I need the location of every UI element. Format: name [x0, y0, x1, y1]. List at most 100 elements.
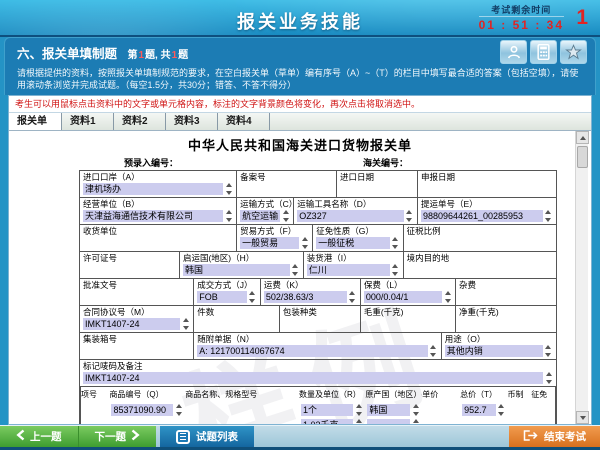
customs-number-label: 海关编号： — [363, 156, 408, 169]
question-list-button[interactable]: 试题列表 — [160, 426, 254, 447]
spinner-control[interactable] — [181, 318, 190, 330]
field-pieces: 件数 — [194, 306, 280, 332]
field-net-weight: 净重(千克) — [456, 306, 556, 332]
field-contract-no: 合同协议号（M） IMKT1407-24 — [80, 306, 194, 332]
tab-material-4[interactable]: 资料4 — [218, 113, 270, 130]
tab-material-1[interactable]: 资料1 — [62, 113, 114, 130]
spinner-control[interactable] — [281, 210, 290, 222]
question-instructions: 请根据提供的资料，按照报关单填制规范的要求，在空白报关单（草单）编有序号（A）~… — [17, 67, 585, 91]
item1-code-cell: 85371090.90 — [109, 403, 185, 424]
loading-port-input[interactable]: 仁川 — [307, 264, 390, 276]
field-import-port: 进口口岸（A） 津机场办 — [80, 171, 237, 197]
quantity-input-2[interactable]: 1.03千克 — [301, 419, 353, 424]
spinner-control[interactable] — [544, 372, 553, 384]
field-import-date: 进口日期 — [337, 171, 418, 197]
field-consignee: 收货单位 — [80, 225, 237, 251]
import-port-input[interactable]: 津机场办 — [83, 183, 223, 195]
scroll-up-button[interactable] — [576, 131, 589, 144]
field-misc-fee: 杂费 — [456, 279, 556, 305]
field-freight: 运费（K） 502/38.63/3 — [261, 279, 361, 305]
table-row: 进口口岸（A） 津机场办 备案号 进口日期 申报日期 — [80, 171, 556, 198]
table-row: 许可证号 启运国(地区)（H） 韩国 装货港（I） 仁川 境内目的地 — [80, 252, 556, 279]
spinner-control[interactable] — [405, 210, 414, 222]
field-operator: 经营单位（B） 天津益海通信技术有限公司 — [80, 198, 237, 224]
field-gross-weight: 毛重(千克) — [361, 306, 456, 332]
calculator-button[interactable] — [530, 40, 557, 64]
spinner-control[interactable] — [348, 291, 357, 303]
next-question-button[interactable]: 下一题 — [78, 426, 157, 447]
spinner-control[interactable] — [391, 264, 400, 276]
item1-origin-cell: 韩国 — [365, 403, 422, 424]
origin-country-input[interactable]: 韩国 — [367, 404, 410, 416]
col-levy: 征免 — [531, 389, 555, 400]
tab-declaration-form[interactable]: 报关单 — [9, 113, 62, 130]
timer-value: 01 : 51 : 34 — [479, 16, 564, 32]
tab-material-3[interactable]: 资料3 — [166, 113, 218, 130]
question-progress: 第1题, 共1题 — [127, 50, 188, 61]
spinner-control[interactable] — [291, 264, 300, 276]
trade-mode-input[interactable]: 一般贸易 — [240, 237, 299, 249]
col-item-no: 项号 — [81, 389, 109, 400]
spinner-control[interactable] — [544, 345, 553, 357]
documents-input[interactable]: A: 121700114067674 — [197, 345, 428, 357]
col-unit-price: 单价 — [422, 389, 460, 400]
spinner-control[interactable] — [224, 210, 233, 222]
contract-no-input[interactable]: IMKT1407-24 — [83, 318, 180, 330]
field-departure-country: 启运国(地区)（H） 韩国 — [180, 252, 304, 278]
field-insurance: 保费（L） 000/0.04/1 — [361, 279, 456, 305]
departure-country-input[interactable]: 韩国 — [183, 264, 290, 276]
form-scrollbar[interactable] — [575, 131, 588, 424]
levy-nature-input[interactable]: 一般征税 — [316, 237, 389, 249]
field-declare-date: 申报日期 — [418, 171, 556, 197]
transport-name-input[interactable]: OZ327 — [297, 210, 404, 222]
spinner-control[interactable] — [411, 404, 420, 416]
origin-extra-input[interactable] — [367, 419, 410, 424]
usage-input[interactable]: 其他内销 — [445, 345, 543, 357]
spinner-control[interactable] — [300, 237, 309, 249]
profile-button[interactable] — [500, 40, 527, 64]
total-price-input[interactable]: 952.7 — [462, 404, 495, 416]
col-commodity-code: 商品编号（Q） — [109, 389, 185, 400]
spinner-control[interactable] — [497, 404, 506, 416]
quantity-input-1[interactable]: 1个 — [301, 404, 353, 416]
spinner-control[interactable] — [354, 404, 363, 416]
chevron-left-icon — [16, 429, 25, 444]
spinner-control[interactable] — [354, 419, 363, 424]
notice-text: 考生可以用鼠标点击资料中的文字或单元格内容，标注的文字背景颜色将变化，再次点击将… — [9, 96, 591, 113]
commodity-code-input[interactable]: 85371090.90 — [111, 404, 173, 416]
scroll-down-button[interactable] — [576, 411, 589, 424]
freight-input[interactable]: 502/38.63/3 — [264, 291, 347, 303]
spinner-control[interactable] — [544, 210, 553, 222]
marks-input[interactable]: IMKT1407-24 — [83, 372, 543, 384]
user-icon — [506, 44, 522, 60]
end-exam-button[interactable]: 结束考试 — [509, 426, 600, 447]
spinner-control[interactable] — [443, 291, 452, 303]
spinner-control[interactable] — [411, 419, 420, 424]
previous-question-button[interactable]: 上一题 — [0, 426, 78, 447]
col-total-price: 总价（T） — [460, 389, 507, 400]
scrollbar-thumb[interactable] — [577, 146, 588, 168]
spinner-control[interactable] — [174, 404, 183, 416]
bookmark-button[interactable] — [560, 40, 587, 64]
star-icon — [565, 44, 582, 60]
table-row: 收货单位 贸易方式（F） 一般贸易 征免性质（G） 一般征税 征税比例 — [80, 225, 556, 252]
field-marks: 标记唛码及备注 IMKT1407-24 — [80, 360, 556, 386]
exam-app: 报关业务技能 考试剩余时间 01 : 51 : 34 1 六、报关单填制题 第1… — [0, 0, 600, 450]
insurance-input[interactable]: 000/0.04/1 — [364, 291, 442, 303]
table-row-marks: 标记唛码及备注 IMKT1407-24 — [80, 360, 556, 387]
transaction-mode-input[interactable]: FOB — [197, 291, 247, 303]
col-currency: 币制 — [508, 389, 532, 400]
tab-material-2[interactable]: 资料2 — [114, 113, 166, 130]
field-loading-port: 装货港（I） 仁川 — [304, 252, 404, 278]
timer-label: 考试剩余时间 — [479, 3, 564, 16]
field-approval-no: 批准文号 — [80, 279, 194, 305]
declaration-form-viewport: 样例 中华人民共和国海关进口货物报关单 预录入编号： 海关编号： 进口口岸（A）… — [9, 131, 591, 424]
spinner-control[interactable] — [391, 237, 400, 249]
spinner-control[interactable] — [224, 183, 233, 195]
operator-input[interactable]: 天津益海通信技术有限公司 — [83, 210, 223, 222]
bill-no-input[interactable]: 98809644261_00285953 — [421, 210, 543, 222]
footer-toolbar: 上一题 下一题 试题列表 结束考试 — [0, 425, 600, 447]
spinner-control[interactable] — [248, 291, 257, 303]
transport-mode-input[interactable]: 航空运输 — [240, 210, 280, 222]
spinner-control[interactable] — [429, 345, 438, 357]
